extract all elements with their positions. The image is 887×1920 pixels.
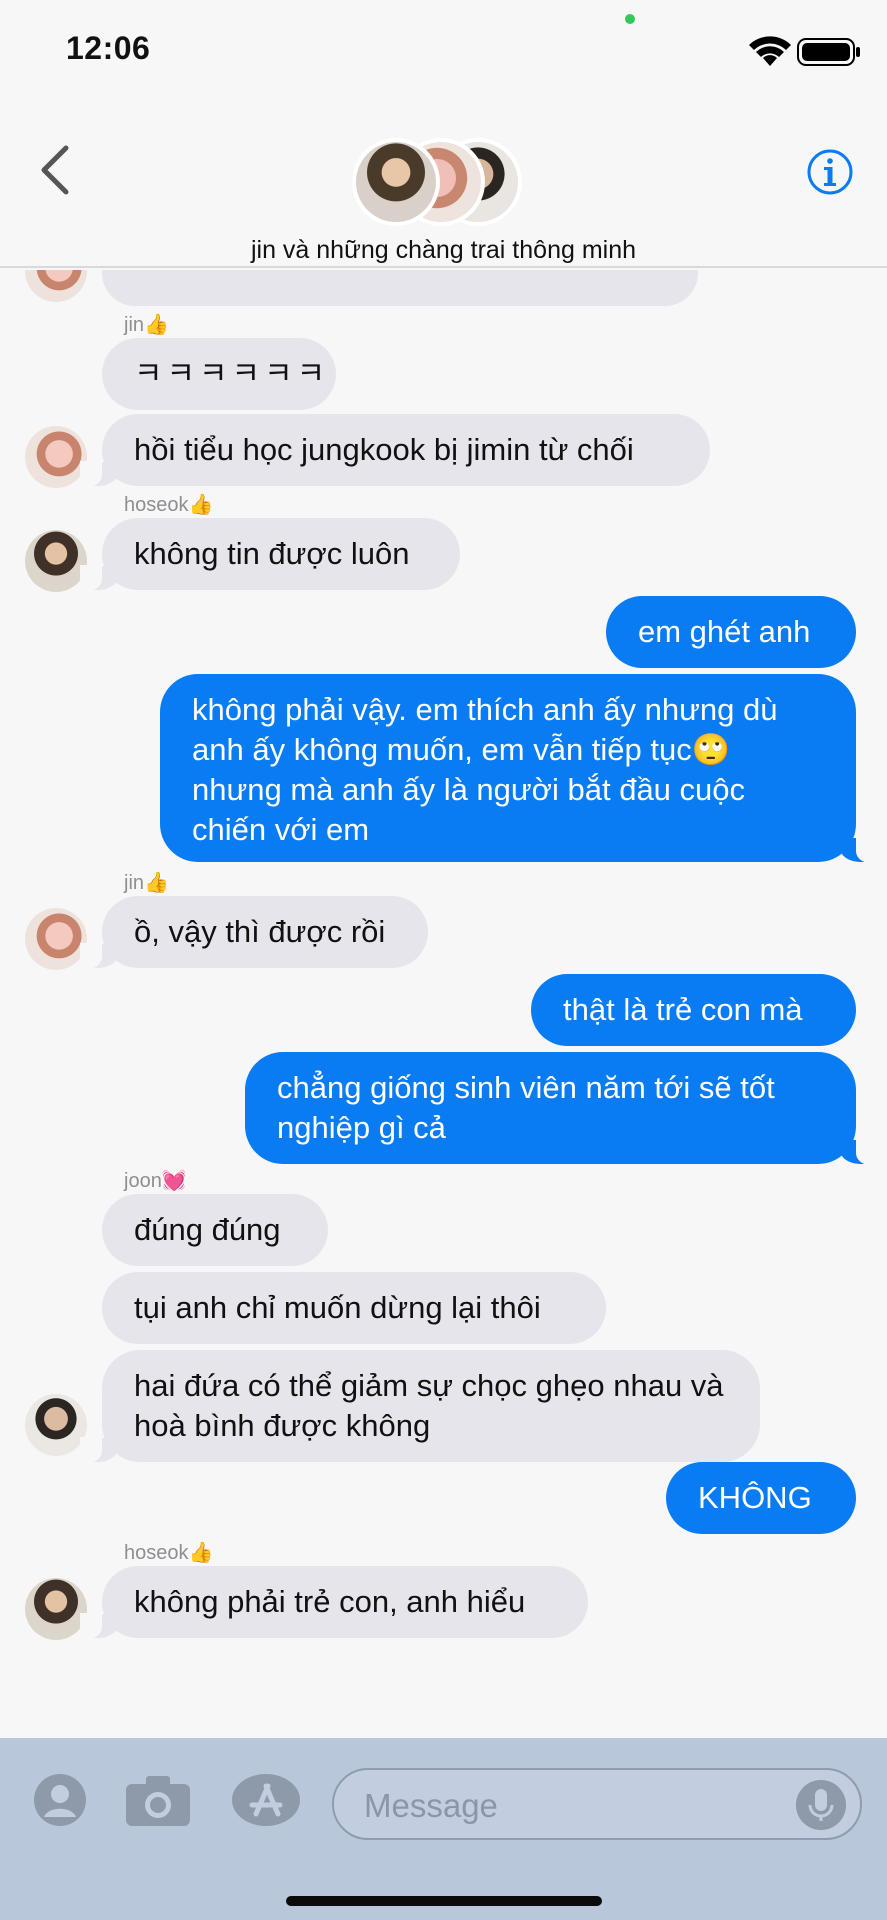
message-bubble-incoming[interactable]: đúng đúng [102, 1194, 328, 1266]
avatar [352, 138, 440, 226]
appstore-icon[interactable] [230, 1772, 302, 1828]
message-bubble-outgoing[interactable]: em ghét anh [606, 596, 856, 668]
contact-icon[interactable] [32, 1772, 88, 1828]
sender-name: jin👍 [124, 872, 169, 894]
conversation-header: jin và những chàng trai thông minh [0, 100, 887, 268]
message-input[interactable]: Message [332, 1768, 862, 1840]
composer-bar: Message [0, 1738, 887, 1920]
sender-name: joon💓 [124, 1170, 187, 1192]
sender-name: jin👍 [124, 314, 169, 336]
sender-name: hoseok👍 [124, 1542, 214, 1564]
message-bubble-incoming[interactable]: tụi anh chỉ muốn dừng lại thôi [102, 1272, 606, 1344]
home-indicator[interactable] [286, 1896, 602, 1906]
wifi-icon [749, 36, 791, 66]
message-bubble-outgoing[interactable]: không phải vậy. em thích anh ấy nhưng dù… [160, 674, 878, 863]
avatar [25, 270, 87, 302]
back-chevron-icon[interactable] [36, 144, 72, 196]
message-bubble-incoming[interactable]: không tin được luôn [80, 518, 460, 591]
message-placeholder: Message [364, 1787, 498, 1824]
message-bubble-incoming[interactable] [102, 270, 698, 306]
message-bubble-incoming[interactable]: không phải trẻ con, anh hiểu [80, 1566, 588, 1639]
message-thread[interactable]: jin👍 ㅋㅋㅋㅋㅋㅋ hồi tiểu học jungkook bị jim… [0, 270, 887, 1738]
avatar [25, 1578, 87, 1640]
avatar [25, 530, 87, 592]
info-icon[interactable] [806, 148, 854, 196]
mic-icon[interactable] [796, 1780, 846, 1830]
status-time: 12:06 [66, 30, 151, 66]
avatar [25, 426, 87, 488]
message-bubble-incoming[interactable]: hồi tiểu học jungkook bị jimin từ chối [80, 414, 710, 487]
message-bubble-outgoing[interactable]: thật là trẻ con mà [531, 974, 856, 1046]
sender-name: hoseok👍 [124, 494, 214, 516]
message-bubble-outgoing[interactable]: KHÔNG [666, 1462, 856, 1534]
message-bubble-incoming[interactable]: hai đứa có thể giảm sự chọc ghẹo nhau và… [80, 1350, 760, 1463]
camera-indicator-dot [625, 14, 635, 24]
avatar [25, 908, 87, 970]
message-bubble-outgoing[interactable]: chẳng giống sinh viên năm tới sẽ tốt ngh… [245, 1052, 878, 1165]
camera-icon[interactable] [124, 1772, 192, 1828]
avatar [25, 1394, 87, 1456]
status-bar: 12:06 [0, 0, 887, 100]
group-avatars[interactable] [352, 138, 522, 226]
message-bubble-incoming[interactable]: ồ, vậy thì được rồi [80, 896, 428, 969]
conversation-title[interactable]: jin và những chàng trai thông minh [0, 236, 887, 265]
battery-icon [797, 38, 860, 66]
message-bubble-incoming[interactable]: ㅋㅋㅋㅋㅋㅋ [102, 338, 336, 410]
